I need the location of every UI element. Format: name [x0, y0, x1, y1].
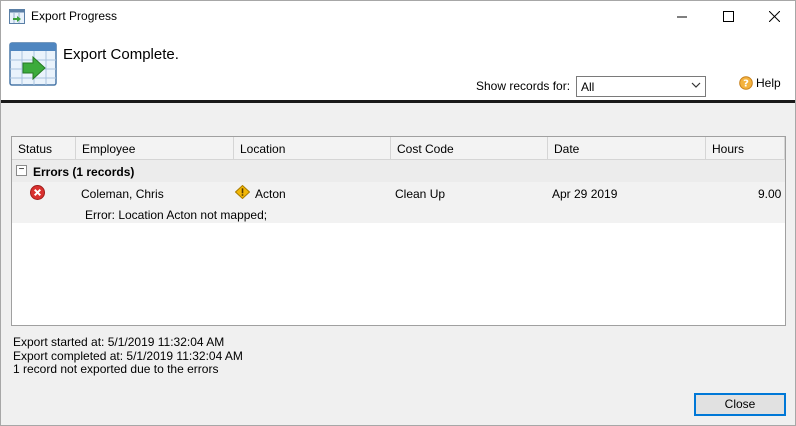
- warning-icon: [235, 185, 250, 199]
- table-row[interactable]: Coleman, Chris Acton Clean Up Apr 29 201…: [12, 182, 785, 223]
- show-records-label: Show records for:: [476, 79, 571, 93]
- grid-header: Status Employee Location Cost Code Date …: [12, 137, 785, 160]
- close-icon: [768, 11, 780, 22]
- group-label: Errors (1 records): [33, 165, 135, 179]
- export-completed-text: Export completed at: 5/1/2019 11:32:04 A…: [13, 348, 243, 363]
- maximize-button[interactable]: [705, 1, 751, 32]
- minimize-icon: [677, 16, 687, 17]
- help-icon: ?: [739, 76, 753, 90]
- export-started-text: Export started at: 5/1/2019 11:32:04 AM: [13, 335, 225, 349]
- app-icon: [9, 9, 25, 24]
- records-grid[interactable]: Status Employee Location Cost Code Date …: [11, 136, 786, 326]
- collapse-toggle[interactable]: −: [16, 165, 27, 176]
- show-records-select[interactable]: All: [576, 76, 706, 97]
- chevron-down-icon: [691, 82, 701, 88]
- column-hours[interactable]: Hours: [706, 137, 785, 160]
- close-window-button[interactable]: [751, 1, 796, 32]
- page-title: Export Complete.: [63, 46, 179, 63]
- column-cost-code[interactable]: Cost Code: [391, 137, 548, 160]
- location-cell: Acton: [255, 187, 286, 201]
- group-row-errors[interactable]: − Errors (1 records): [12, 160, 785, 182]
- header-divider: [1, 100, 795, 103]
- help-button[interactable]: ? Help: [739, 76, 781, 90]
- employee-cell: Coleman, Chris: [81, 187, 164, 201]
- column-location[interactable]: Location: [234, 137, 391, 160]
- export-summary-text: 1 record not exported due to the errors: [13, 362, 219, 376]
- cost-code-cell: Clean Up: [395, 187, 446, 201]
- export-progress-window: Export Progress Export Complete. Show re…: [0, 0, 796, 426]
- dialog-header: Export Complete. Show records for: All ?…: [1, 32, 795, 100]
- maximize-icon: [722, 11, 734, 22]
- hours-cell: 9.00: [758, 187, 782, 201]
- error-icon: [30, 185, 45, 200]
- date-cell: Apr 29 2019: [552, 187, 618, 201]
- export-grid-icon: [9, 42, 57, 86]
- close-button[interactable]: Close: [694, 393, 786, 416]
- show-records-value: All: [581, 80, 595, 94]
- window-title: Export Progress: [31, 9, 118, 23]
- error-message: Error: Location Acton not mapped;: [85, 208, 268, 222]
- column-date[interactable]: Date: [548, 137, 706, 160]
- help-label: Help: [756, 76, 781, 90]
- svg-text:?: ?: [743, 79, 749, 90]
- column-employee[interactable]: Employee: [76, 137, 234, 160]
- export-status: Export started at: 5/1/2019 11:32:04 AM …: [13, 335, 243, 377]
- minimize-button[interactable]: [659, 1, 705, 32]
- column-status[interactable]: Status: [12, 137, 76, 160]
- title-bar[interactable]: Export Progress: [1, 1, 795, 32]
